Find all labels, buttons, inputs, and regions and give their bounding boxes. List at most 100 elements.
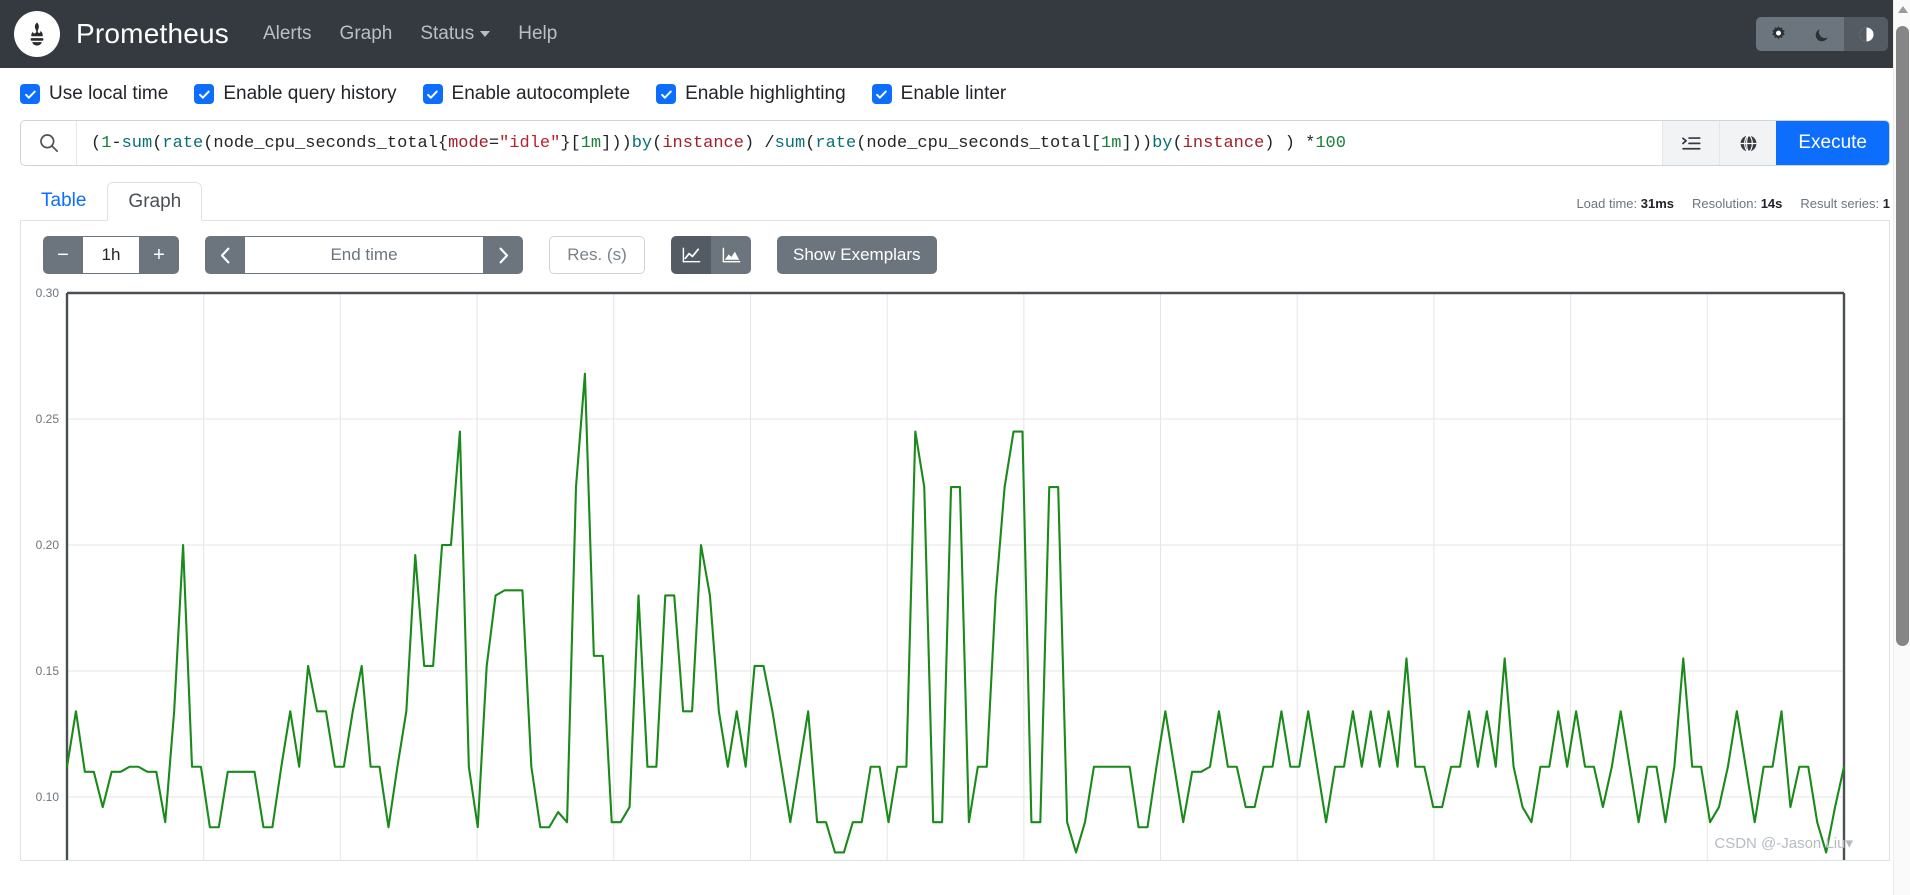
result-tabs: Table Graph Load time: 31ms Resolution: …	[20, 179, 1890, 221]
range-control-group: − 1h +	[43, 236, 179, 274]
graph-toolbar: − 1h + End time Res. (s) Show Exemplars	[21, 235, 1889, 275]
range-input[interactable]: 1h	[83, 236, 139, 274]
stat-load-time-value: 31ms	[1640, 196, 1675, 211]
nav-link-help-label: Help	[518, 23, 558, 44]
expression-token: ) ) *	[1264, 133, 1316, 153]
expression-token: 100	[1315, 133, 1346, 153]
vertical-scrollbar[interactable]	[1893, 0, 1910, 895]
expression-token: ) /	[743, 133, 775, 153]
line-chart-icon[interactable]	[671, 236, 711, 274]
expression-token: }[	[560, 133, 581, 153]
nav-link-graph-label: Graph	[339, 23, 393, 44]
series-line	[65, 372, 1846, 854]
checkbox-enable-autocomplete[interactable]: Enable autocomplete	[422, 83, 631, 105]
nav-link-status[interactable]: Status	[420, 23, 491, 45]
decrease-range-button[interactable]: −	[43, 236, 83, 274]
expression-token: sum	[774, 133, 806, 153]
checkbox-enable-query-history-label: Enable query history	[223, 83, 397, 104]
prometheus-logo-icon[interactable]	[14, 11, 60, 57]
expression-token: ]))	[1121, 133, 1153, 153]
top-navbar: Prometheus Alerts Graph Status Help	[0, 0, 1910, 68]
checkbox-enable-highlighting[interactable]: Enable highlighting	[656, 83, 846, 105]
theme-auto-button[interactable]	[1844, 17, 1888, 51]
expression-token: 1m	[580, 133, 602, 153]
tab-table[interactable]: Table	[20, 181, 107, 220]
expression-token: rate	[815, 133, 857, 153]
tab-graph[interactable]: Graph	[107, 182, 203, 221]
checkbox-use-local-time[interactable]: Use local time	[20, 83, 168, 105]
nav-link-alerts-label: Alerts	[262, 23, 312, 44]
checkbox-enable-query-history[interactable]: Enable query history	[194, 83, 397, 105]
search-icon	[21, 121, 77, 165]
y-axis-tick-label: 0.30	[36, 286, 60, 300]
increase-range-button[interactable]: +	[139, 236, 179, 274]
checkbox-enable-linter[interactable]: Enable linter	[871, 83, 1007, 105]
checkbox-enable-autocomplete-label: Enable autocomplete	[451, 83, 631, 104]
stat-result-series-label: Result series:	[1800, 196, 1880, 211]
theme-dark-button[interactable]	[1800, 17, 1844, 51]
chart-svg: 0.30 0.25 0.20 0.15 0.10	[36, 286, 1846, 860]
stat-result-series: Result series: 1	[1800, 196, 1890, 211]
scrollbar-thumb[interactable]	[1896, 26, 1909, 646]
expression-token: ]))	[601, 133, 632, 153]
expression-token: mode	[448, 133, 489, 153]
end-time-control-group: End time	[205, 236, 523, 274]
expression-input[interactable]: (1 - sum(rate (node_cpu_seconds_total{mod…	[77, 121, 1662, 165]
nav-link-help[interactable]: Help	[518, 23, 557, 45]
globe-icon[interactable]	[1719, 121, 1777, 165]
x-gridlines	[203, 293, 1708, 860]
stat-load-time: Load time: 31ms	[1576, 196, 1674, 211]
checkmark-icon	[194, 84, 215, 104]
expression-token: instance	[1182, 133, 1265, 153]
stat-resolution-label: Resolution:	[1692, 196, 1758, 211]
expression-token: rate	[162, 133, 204, 153]
graph-panel: − 1h + End time Res. (s) Show Exemplars …	[20, 221, 1890, 861]
expression-token: instance	[662, 133, 744, 153]
checkmark-icon	[656, 84, 677, 104]
expression-token: (	[652, 133, 663, 153]
chart-type-group	[671, 236, 751, 274]
graph-chart[interactable]: 0.30 0.25 0.20 0.15 0.10	[21, 285, 1889, 860]
expression-token: (node_cpu_seconds_total{	[203, 133, 449, 153]
expression-token: 1	[101, 133, 112, 153]
theme-light-button[interactable]	[1756, 17, 1800, 51]
checkmark-icon	[871, 84, 892, 104]
y-axis-ticks: 0.30 0.25 0.20 0.15 0.10	[36, 286, 60, 804]
scroll-up-arrow-icon[interactable]	[1898, 6, 1908, 13]
chevron-right-icon[interactable]	[483, 236, 523, 274]
nav-link-graph[interactable]: Graph	[340, 23, 393, 45]
stat-load-time-label: Load time:	[1576, 196, 1638, 211]
expression-token: 1m	[1101, 133, 1122, 153]
chevron-left-icon[interactable]	[205, 236, 245, 274]
chevron-down-icon	[480, 31, 491, 37]
checkbox-use-local-time-label: Use local time	[49, 83, 169, 104]
expression-token: (	[805, 133, 816, 153]
y-axis-tick-label: 0.15	[36, 664, 60, 678]
y-axis-tick-label: 0.25	[36, 412, 60, 426]
expression-token: (	[1172, 133, 1183, 153]
format-expression-icon[interactable]	[1662, 121, 1720, 165]
brand-title[interactable]: Prometheus	[76, 18, 229, 50]
expression-token: (node_cpu_seconds_total[	[856, 133, 1102, 153]
checkbox-enable-linter-label: Enable linter	[900, 83, 1007, 104]
query-bar: (1 - sum(rate (node_cpu_seconds_total{mod…	[20, 120, 1890, 166]
nav-link-alerts[interactable]: Alerts	[263, 23, 312, 45]
checkmark-icon	[422, 84, 443, 104]
stat-resolution-value: 14s	[1760, 196, 1783, 211]
expression-token: =	[488, 133, 500, 153]
stacked-area-chart-icon[interactable]	[711, 236, 751, 274]
show-exemplars-button[interactable]: Show Exemplars	[777, 236, 937, 274]
query-stats: Load time: 31ms Resolution: 14s Result s…	[1576, 196, 1890, 220]
execute-button[interactable]: Execute	[1776, 121, 1889, 165]
y-axis-tick-label: 0.10	[36, 790, 60, 804]
stat-result-series-value: 1	[1882, 196, 1890, 211]
checkbox-enable-highlighting-label: Enable highlighting	[685, 83, 846, 104]
checkmark-icon	[20, 84, 40, 104]
resolution-input[interactable]: Res. (s)	[549, 236, 645, 274]
expression-token: (	[152, 133, 163, 153]
theme-toggle-group	[1756, 17, 1888, 51]
expression-token: by	[631, 133, 653, 153]
expression-token: (	[91, 133, 102, 153]
end-time-input[interactable]: End time	[245, 236, 483, 274]
stat-resolution: Resolution: 14s	[1692, 196, 1782, 211]
